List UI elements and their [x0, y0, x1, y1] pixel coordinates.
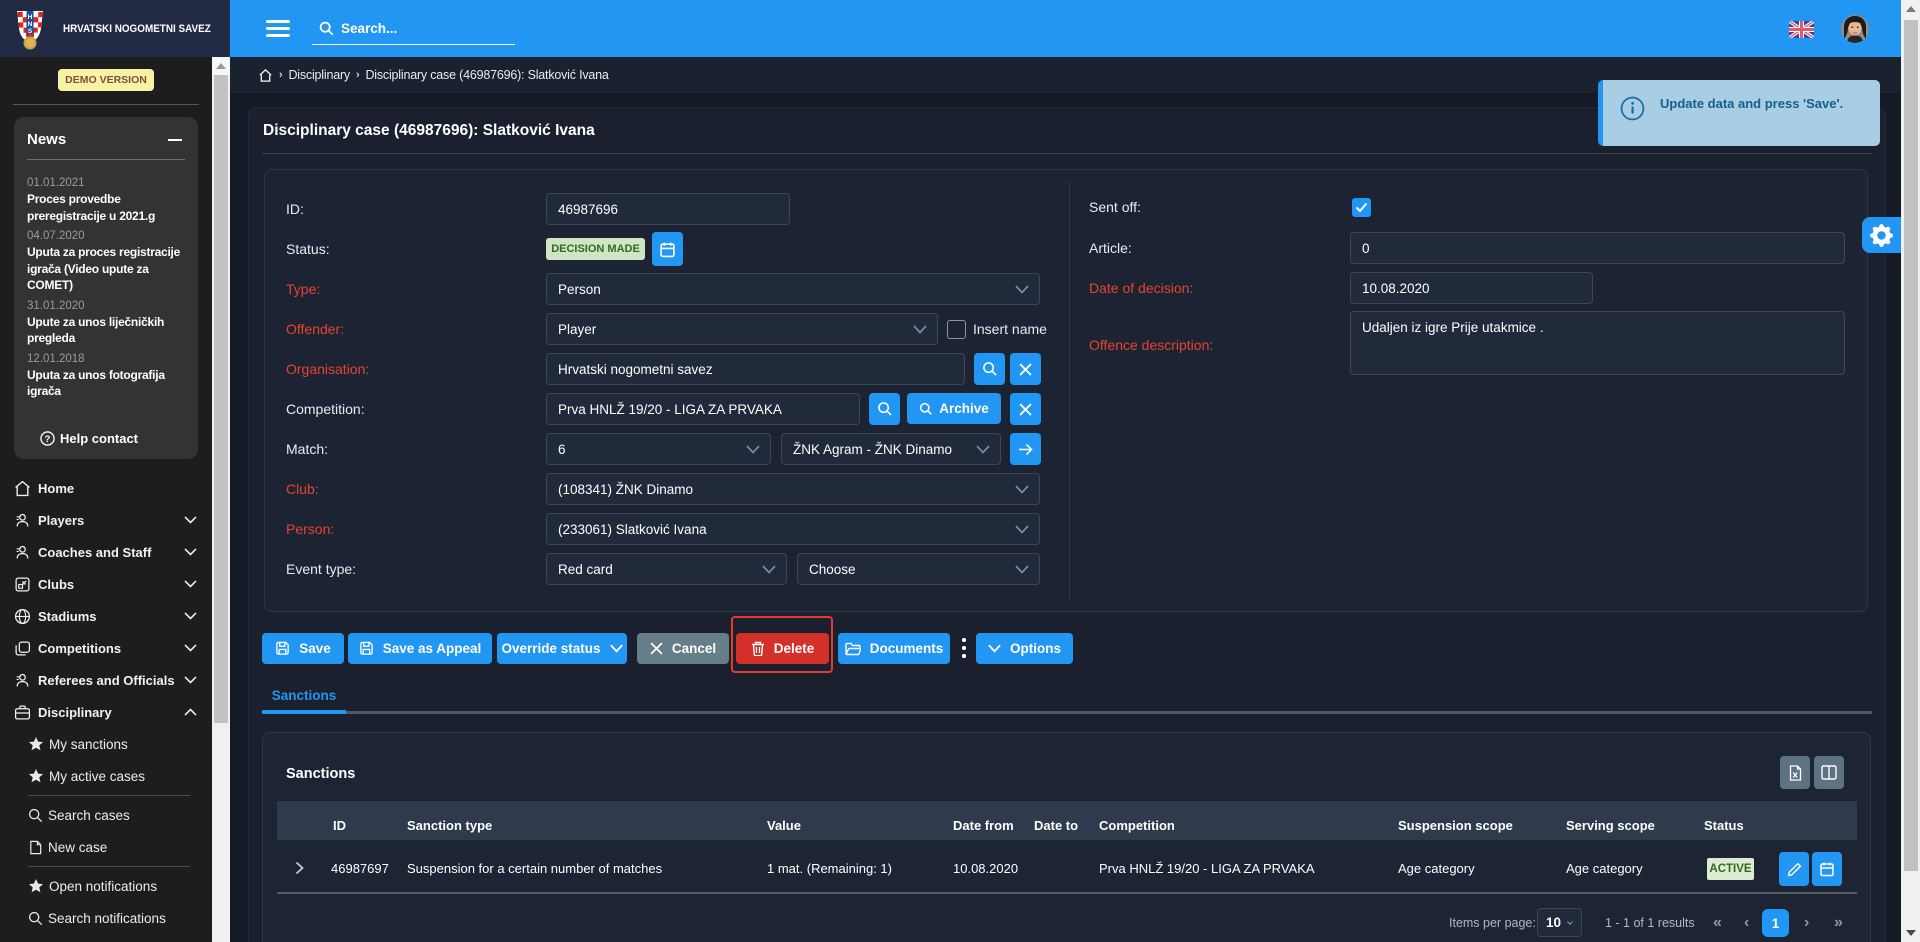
svg-text:N: N — [28, 21, 33, 28]
svg-text:H: H — [28, 14, 33, 21]
svg-text:?: ? — [45, 434, 51, 444]
svg-text:S: S — [28, 28, 33, 35]
